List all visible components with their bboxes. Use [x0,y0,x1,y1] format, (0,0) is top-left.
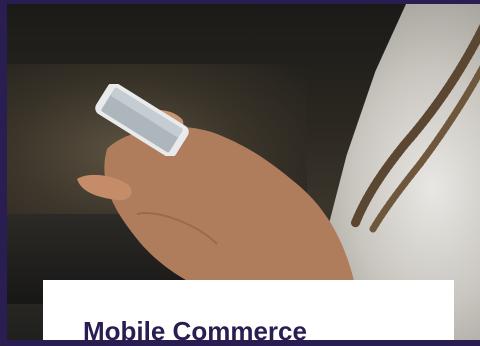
content-card: Mobile Commerce [43,280,454,346]
card-title: Mobile Commerce [83,316,307,346]
smartphone-icon [95,84,189,156]
beaded-necklace [350,24,480,233]
